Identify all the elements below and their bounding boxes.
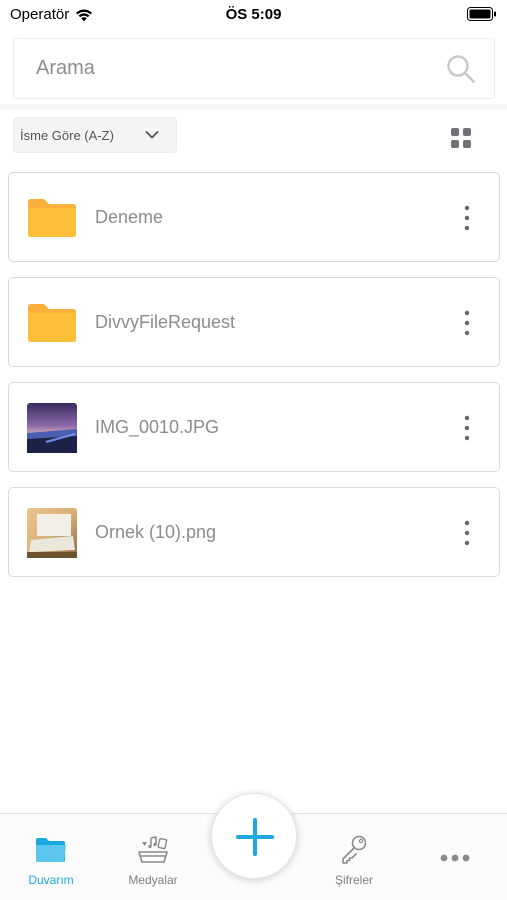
list-item[interactable]: IMG_0010.JPG [8, 382, 500, 472]
list-item[interactable]: DivvyFileRequest [8, 277, 500, 367]
chevron-down-icon [145, 131, 159, 139]
search-bar[interactable] [13, 38, 495, 99]
file-name: Ornek (10).png [95, 522, 217, 542]
status-bar: Operatör ÖS 5:09 [0, 0, 507, 30]
tab-duvarim[interactable]: Duvarım [6, 814, 96, 900]
more-vertical-icon[interactable] [463, 415, 471, 441]
list-item[interactable]: Ornek (10).png [8, 487, 500, 577]
grid-view-icon[interactable] [450, 127, 472, 149]
more-vertical-icon[interactable] [463, 310, 471, 336]
more-icon [440, 854, 470, 862]
image-thumbnail [27, 403, 77, 453]
more-vertical-icon[interactable] [463, 520, 471, 546]
add-button[interactable] [211, 793, 297, 879]
tab-sifreler[interactable]: Şifreler [309, 814, 399, 900]
file-list: Deneme DivvyFileRequest IMG_0010.JPG Orn… [8, 172, 500, 592]
tab-label: Şifreler [334, 873, 373, 887]
more-vertical-icon[interactable] [463, 205, 471, 231]
battery-icon [467, 7, 496, 21]
tab-label: Duvarım [28, 873, 74, 887]
file-name: DivvyFileRequest [95, 312, 236, 332]
tab-more[interactable] [410, 814, 500, 900]
folder-icon [36, 838, 66, 862]
folder-icon [28, 199, 76, 237]
tab-label: Medyalar [128, 873, 178, 887]
divider [0, 104, 507, 110]
sort-dropdown[interactable]: İsme Göre (A-Z) [13, 117, 177, 153]
file-name: IMG_0010.JPG [95, 417, 220, 437]
sort-label: İsme Göre (A-Z) [20, 127, 114, 143]
key-icon [342, 835, 367, 864]
list-item[interactable]: Deneme [8, 172, 500, 262]
search-icon[interactable] [446, 54, 476, 84]
folder-icon [28, 304, 76, 342]
clock: ÖS 5:09 [225, 6, 282, 23]
search-input[interactable] [36, 39, 436, 98]
image-thumbnail [27, 508, 77, 558]
tab-medyalar[interactable]: Medyalar [108, 814, 198, 900]
media-icon [138, 836, 168, 863]
file-name: Deneme [95, 207, 164, 227]
plus-icon [236, 818, 274, 856]
